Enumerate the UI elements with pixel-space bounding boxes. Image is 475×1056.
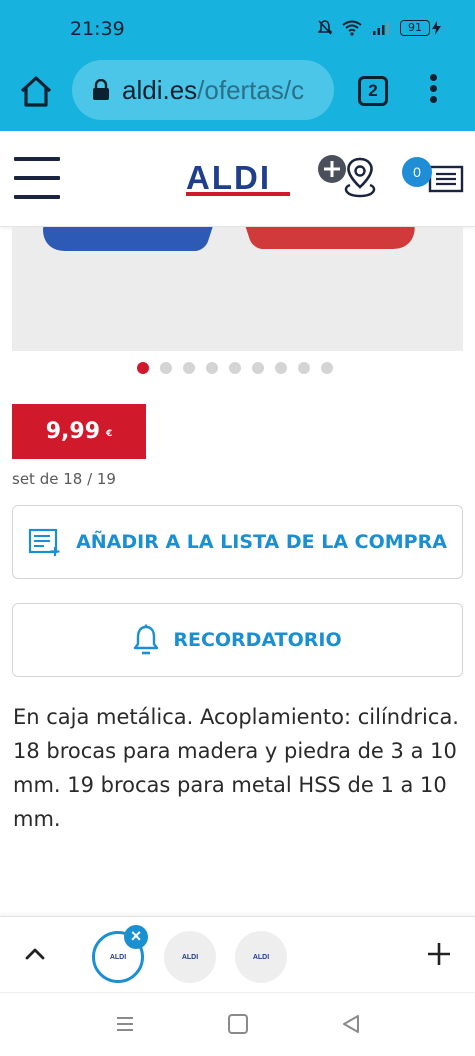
status-time: 21:39 [70, 18, 125, 40]
gallery-dot[interactable] [275, 362, 287, 374]
battery-indicator: 91 [400, 20, 441, 36]
more-menu-icon[interactable] [426, 74, 440, 110]
wifi-icon [342, 20, 362, 36]
add-list-icon [28, 528, 60, 556]
product-image-blue-case [34, 227, 220, 251]
home-square-icon[interactable] [228, 1014, 248, 1034]
status-icons: 91 [318, 20, 441, 36]
gallery-dot[interactable] [206, 362, 218, 374]
list-count-badge: 0 [402, 157, 432, 187]
price-badge: 9,99 € [12, 404, 146, 459]
browser-toolbar: aldi.es/ofertas/c 2 [0, 56, 475, 131]
tab-thumbnail[interactable]: ALDI [235, 931, 287, 983]
battery-level: 91 [400, 20, 430, 36]
gallery-dot[interactable] [298, 362, 310, 374]
charging-icon [432, 21, 441, 35]
tab-switcher-bar: ALDI ALDI ALDI [0, 916, 475, 992]
gallery-dot-active[interactable] [137, 362, 149, 374]
url-domain: aldi.es [122, 74, 198, 105]
close-tab-icon[interactable]: × [124, 925, 148, 949]
lock-icon [93, 79, 109, 100]
hamburger-menu-icon[interactable] [14, 157, 60, 201]
bell-icon [134, 624, 159, 655]
gallery-dot[interactable] [183, 362, 195, 374]
gallery-pagination [137, 362, 333, 374]
site-header: ALDI 0 [0, 131, 475, 227]
gallery-dot[interactable] [252, 362, 264, 374]
back-triangle-icon[interactable] [340, 1013, 362, 1035]
tab-count-button[interactable]: 2 [358, 76, 388, 106]
price-value: 9,99 [45, 419, 100, 444]
gallery-dot[interactable] [321, 362, 333, 374]
url-bar[interactable]: aldi.es/ofertas/c [72, 60, 334, 120]
logo-underline [186, 192, 290, 196]
add-to-list-label: AÑADIR A LA LISTA DE LA COMPRA [76, 531, 447, 553]
reminder-label: RECORDATORIO [173, 629, 342, 651]
new-tab-plus-icon[interactable] [424, 939, 454, 969]
tab-thumbnail[interactable]: ALDI [164, 931, 216, 983]
set-info: set de 18 / 19 [12, 470, 116, 488]
gallery-dot[interactable] [160, 362, 172, 374]
add-to-shopping-list-button[interactable]: AÑADIR A LA LISTA DE LA COMPRA [12, 505, 463, 579]
signal-icon [373, 22, 389, 35]
system-navigation-bar [0, 992, 475, 1056]
reminder-button[interactable]: RECORDATORIO [12, 603, 463, 677]
product-image-red-case [239, 227, 423, 249]
mute-icon [318, 20, 332, 35]
url-path: /ofertas/c [197, 74, 305, 105]
recents-menu-icon[interactable] [116, 1015, 134, 1033]
gallery-dot[interactable] [229, 362, 241, 374]
product-image-gallery[interactable] [12, 227, 463, 351]
home-icon[interactable] [18, 74, 54, 110]
product-description: En caja metálica. Acoplamiento: cilíndri… [13, 705, 459, 831]
url-text: aldi.es/ofertas/c [122, 75, 304, 106]
store-locator-icon[interactable] [316, 153, 382, 203]
price-currency: € [106, 428, 113, 439]
status-bar: 21:39 91 [0, 0, 475, 56]
chevron-up-icon[interactable] [22, 941, 48, 967]
